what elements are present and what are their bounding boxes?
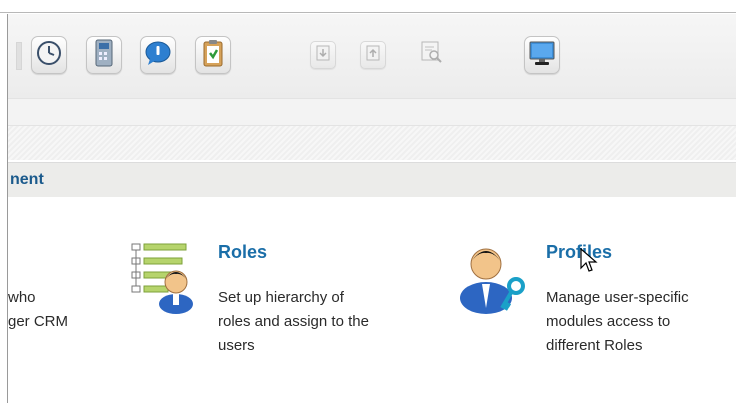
export-icon: [366, 45, 380, 66]
export-button[interactable]: [360, 41, 386, 69]
find-duplicates-button[interactable]: [420, 41, 444, 67]
monitor-icon: [528, 39, 556, 72]
roles-link[interactable]: Roles: [218, 242, 267, 263]
clipboard-icon: [202, 39, 224, 72]
chat-bubble-icon: [144, 40, 172, 71]
import-icon: [316, 45, 330, 66]
section-header: nent: [8, 162, 736, 197]
roles-hierarchy-icon[interactable]: [126, 238, 198, 319]
user-key-icon[interactable]: [452, 236, 532, 323]
chat-button[interactable]: [140, 36, 176, 74]
roles-description: Set up hierarchy of roles and assign to …: [218, 289, 369, 354]
hatched-strip: [8, 126, 736, 160]
search-bar-strip: [8, 98, 736, 126]
clock-button[interactable]: [31, 36, 67, 74]
clipboard-button[interactable]: [195, 36, 231, 74]
clock-icon: [36, 40, 62, 71]
partial-card-description: who ger CRM: [8, 289, 69, 330]
import-button[interactable]: [310, 41, 336, 69]
window-left-border: [7, 14, 8, 403]
toolbar-separator: [16, 42, 22, 70]
section-title: nent: [10, 171, 44, 188]
find-duplicates-icon: [420, 40, 444, 69]
calculator-button[interactable]: [86, 36, 122, 74]
calculator-icon: [93, 39, 115, 72]
monitor-button[interactable]: [524, 36, 560, 74]
mouse-cursor-icon: [580, 247, 598, 279]
profiles-description: Manage user-specific modules access to d…: [546, 289, 689, 354]
toolbar: [8, 14, 736, 98]
window-top-border: [0, 12, 736, 13]
